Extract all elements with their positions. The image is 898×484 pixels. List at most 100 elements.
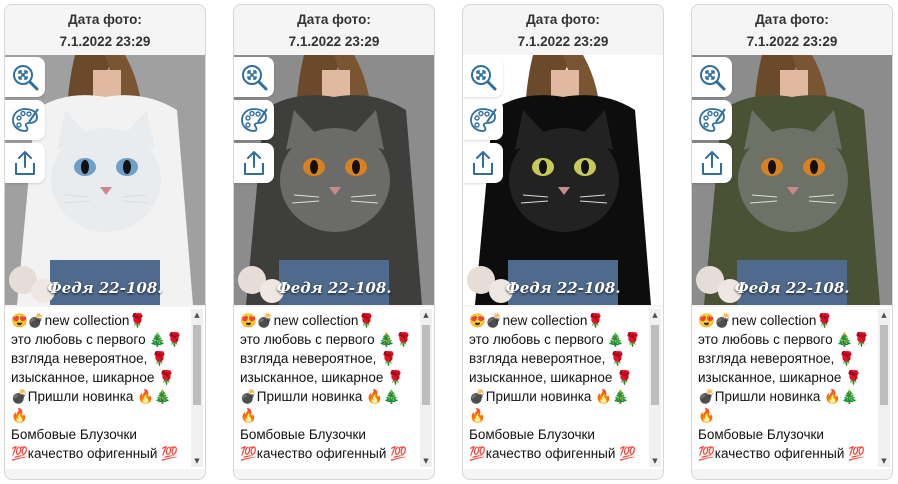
product-photo[interactable]: Федя 22-108. [234,55,434,305]
zoom-button[interactable] [5,57,45,97]
scroll-down-arrow-icon[interactable]: ▼ [420,455,432,467]
date-value: 7.1.2022 23:29 [288,34,380,49]
description-line: 💣Пришли новинка 🔥🎄 [698,389,858,404]
description-line: взгляда невероятное, 🌹 [698,351,855,366]
date-label: Дата фото: [526,12,600,27]
zoom-button[interactable] [692,57,732,97]
scroll-thumb[interactable] [193,325,201,405]
date-value: 7.1.2022 23:29 [746,34,838,49]
zoom-icon [13,65,39,91]
scroll-up-arrow-icon[interactable]: ▲ [191,309,203,321]
share-icon [15,151,35,175]
description-box[interactable]: 😍💣new collection🌹 это любовь с первого 🎄🌹… [5,307,205,469]
card-header: Дата фото: 7.1.2022 23:29 [463,5,663,55]
photo-toolbar [234,57,274,186]
description-line: взгляда невероятное, 🌹 [11,351,168,366]
description-line: 💯качество офигенный 💯 [240,446,407,461]
description-text: 😍💣new collection🌹 это любовь с первого 🎄🌹… [698,311,874,469]
description-line: это любовь с первого 🎄🌹 [240,332,412,347]
scroll-up-arrow-icon[interactable]: ▲ [420,309,432,321]
description-text: 😍💣new collection🌹 это любовь с первого 🎄🌹… [469,311,645,469]
description-line: 😍💣new collection🌹 [11,313,147,328]
photo-toolbar [5,57,45,186]
photo-toolbar [692,57,732,186]
description-box[interactable]: 😍💣new collection🌹 это любовь с первого 🎄🌹… [234,307,434,469]
date-label: Дата фото: [755,12,829,27]
palette-icon [699,108,726,132]
zoom-icon [242,65,268,91]
description-line: 🔥 [698,408,715,423]
share-button[interactable] [5,143,45,183]
description-line: изысканное, шикарное 🌹 [698,370,862,385]
description-line: это любовь с первого 🎄🌹 [698,332,870,347]
scroll-thumb[interactable] [422,325,430,405]
description-line: 💯качество офигенный 💯 [698,446,865,461]
description-line: 💣Пришли новинка 🔥🎄 [469,389,629,404]
photo-toolbar [463,57,503,186]
scroll-up-arrow-icon[interactable]: ▲ [878,309,890,321]
description-line: взгляда невероятное, 🌹 [469,351,626,366]
scrollbar[interactable]: ▲ ▼ [649,309,661,467]
description-line: Бомбовые Блузочки [469,427,595,442]
description-line: это любовь с первого 🎄🌹 [469,332,641,347]
description-box[interactable]: 😍💣new collection🌹 это любовь с первого 🎄🌹… [463,307,663,469]
palette-button[interactable] [234,100,274,140]
product-photo[interactable]: Федя 22-108. [692,55,892,305]
description-line: 😍💣new collection🌹 [240,313,376,328]
palette-button[interactable] [692,100,732,140]
description-line: 🔥 [469,408,486,423]
palette-icon [241,108,268,132]
zoom-button[interactable] [463,57,503,97]
product-photo[interactable]: Федя 22-108. [463,55,663,305]
description-text: 😍💣new collection🌹 это любовь с первого 🎄🌹… [240,311,416,469]
description-line: 💣Пришли новинка 🔥🎄 [240,389,400,404]
share-icon [702,151,722,175]
scroll-thumb[interactable] [880,325,888,405]
scroll-down-arrow-icon[interactable]: ▼ [878,455,890,467]
photo-card-1: Дата фото: 7.1.2022 23:29 Федя 22-108. 😍… [4,4,206,480]
description-line: 💣Пришли новинка 🔥🎄 [11,389,171,404]
scroll-down-arrow-icon[interactable]: ▼ [649,455,661,467]
description-line: взгляда невероятное, 🌹 [240,351,397,366]
zoom-button[interactable] [234,57,274,97]
photo-watermark: Федя 22-108. [47,279,163,297]
scroll-down-arrow-icon[interactable]: ▼ [191,455,203,467]
card-header: Дата фото: 7.1.2022 23:29 [5,5,205,55]
product-photo[interactable]: Федя 22-108. [5,55,205,305]
description-line: 🔥 [11,408,28,423]
photo-watermark: Федя 22-108. [505,279,621,297]
share-button[interactable] [234,143,274,183]
card-header: Дата фото: 7.1.2022 23:29 [234,5,434,55]
palette-button[interactable] [463,100,503,140]
description-line: Бомбовые Блузочки [240,427,366,442]
description-line: 😍💣new collection🌹 [698,313,834,328]
description-text: 😍💣new collection🌹 это любовь с первого 🎄🌹… [11,311,187,469]
date-value: 7.1.2022 23:29 [59,34,151,49]
scrollbar[interactable]: ▲ ▼ [420,309,432,467]
description-line: 😍💣new collection🌹 [469,313,605,328]
photo-watermark: Федя 22-108. [734,279,850,297]
description-box[interactable]: 😍💣new collection🌹 это любовь с первого 🎄🌹… [692,307,892,469]
share-icon [244,151,264,175]
date-label: Дата фото: [68,12,142,27]
palette-button[interactable] [5,100,45,140]
palette-icon [12,108,39,132]
share-button[interactable] [692,143,732,183]
scroll-up-arrow-icon[interactable]: ▲ [649,309,661,321]
date-label: Дата фото: [297,12,371,27]
photo-watermark: Федя 22-108. [276,279,392,297]
share-button[interactable] [463,143,503,183]
description-line: изысканное, шикарное 🌹 [469,370,633,385]
description-line: Бомбовые Блузочки [11,427,137,442]
scroll-thumb[interactable] [651,325,659,405]
description-line: 💯качество офигенный 💯 [469,446,636,461]
scrollbar[interactable]: ▲ ▼ [191,309,203,467]
scrollbar[interactable]: ▲ ▼ [878,309,890,467]
description-line: изысканное, шикарное 🌹 [240,370,404,385]
description-line: это любовь с первого 🎄🌹 [11,332,183,347]
description-line: изысканное, шикарное 🌹 [11,370,175,385]
zoom-icon [700,65,726,91]
palette-icon [470,108,497,132]
share-icon [473,151,493,175]
date-value: 7.1.2022 23:29 [517,34,609,49]
